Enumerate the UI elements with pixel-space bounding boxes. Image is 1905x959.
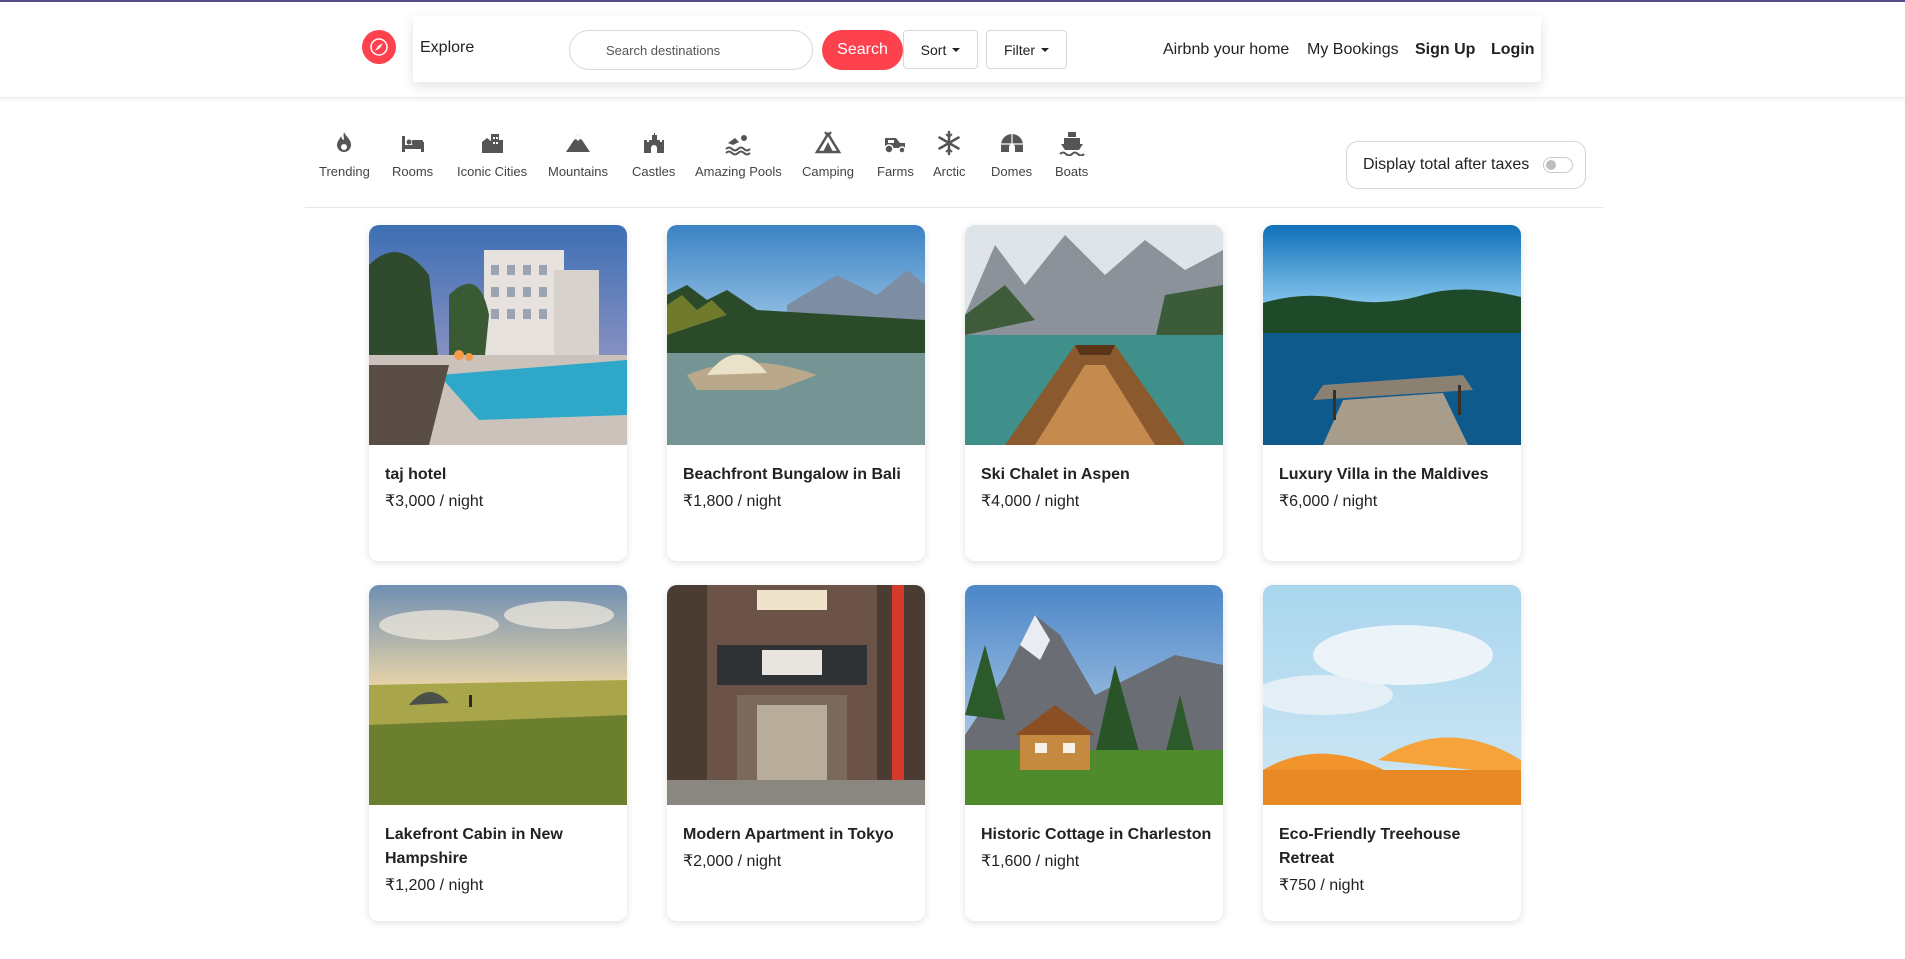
igloo-icon (1000, 134, 1023, 152)
grassland-tent-photo (369, 585, 627, 805)
airbnb-your-home-link[interactable]: Airbnb your home (1163, 41, 1289, 59)
tax-toggle-switch[interactable] (1543, 157, 1574, 173)
listing-title: Ski Chalet in Aspen (981, 466, 1130, 483)
city-icon (482, 134, 504, 153)
compass-icon[interactable] (362, 30, 396, 64)
hotel-pool-photo (369, 225, 627, 445)
filter-castles[interactable]: Castles (632, 130, 675, 179)
listing-card[interactable]: Ski Chalet in Aspen ₹4,000 / night (965, 225, 1223, 561)
filter-amazing-pools[interactable]: Amazing Pools (695, 130, 782, 179)
explore-link[interactable]: Explore (420, 39, 474, 57)
listing-card[interactable]: Luxury Villa in the Maldives ₹6,000 / ni… (1263, 225, 1521, 561)
snowflake-icon (938, 130, 960, 156)
filter-label: Arctic (933, 164, 966, 179)
filter-camping[interactable]: Camping (802, 130, 854, 179)
search-input[interactable] (569, 30, 813, 70)
listing-title: Historic Cottage in Charleston (981, 826, 1212, 843)
filter-rooms[interactable]: Rooms (392, 130, 433, 179)
filter-label: Mountains (548, 164, 608, 179)
filter-label: Iconic Cities (457, 164, 528, 179)
listing-title: Modern Apartment in Tokyo (683, 826, 894, 843)
caret-down-icon (952, 47, 961, 52)
mountain-icon (565, 134, 590, 152)
listing-price: ₹750 / night (1279, 877, 1364, 894)
lake-tent-photo (667, 225, 925, 445)
filter-label: Farms (877, 164, 914, 179)
listing-card[interactable]: Modern Apartment in Tokyo ₹2,000 / night (667, 585, 925, 921)
listing-price: ₹3,000 / night (385, 493, 484, 510)
tent-icon (815, 131, 842, 154)
filter-domes[interactable]: Domes (991, 130, 1032, 179)
filter-mountains[interactable]: Mountains (548, 130, 608, 179)
my-bookings-link[interactable]: My Bookings (1307, 41, 1399, 59)
filter-dropdown[interactable]: Filter (986, 30, 1067, 69)
listing-card[interactable]: Historic Cottage in Charleston ₹1,600 / … (965, 585, 1223, 921)
listing-title: Luxury Villa in the Maldives (1279, 466, 1489, 483)
caret-down-icon (1041, 47, 1050, 52)
login-link[interactable]: Login (1491, 41, 1535, 59)
tax-toggle-container: Display total after taxes (1346, 141, 1586, 189)
listing-price: ₹1,600 / night (981, 853, 1080, 870)
listing-price: ₹6,000 / night (1279, 493, 1378, 510)
filter-label: Filter (1003, 41, 1036, 58)
sort-label: Sort (920, 41, 947, 58)
lake-dock-photo (1263, 225, 1521, 445)
listing-title: taj hotel (385, 466, 447, 483)
filter-label: Trending (319, 164, 370, 179)
filter-arctic[interactable]: Arctic (933, 130, 966, 179)
filter-farms[interactable]: Farms (877, 130, 914, 179)
listing-card[interactable]: Beachfront Bungalow in Bali ₹1,800 / nig… (667, 225, 925, 561)
listing-title: Eco-Friendly Treehouse Retreat (1279, 826, 1461, 867)
filter-label: Boats (1055, 164, 1089, 179)
mountain-cabin-photo (965, 585, 1223, 805)
fire-icon (337, 132, 352, 152)
castle-icon (643, 133, 664, 153)
tractor-icon (884, 138, 907, 154)
listing-card[interactable]: Eco-Friendly Treehouse Retreat ₹750 / ni… (1263, 585, 1521, 921)
filter-boats[interactable]: Boats (1055, 130, 1088, 179)
filter-label: Camping (802, 164, 855, 179)
sign-up-link[interactable]: Sign Up (1415, 41, 1475, 59)
bed-icon (401, 136, 424, 152)
listing-price: ₹2,000 / night (683, 853, 782, 870)
filter-trending[interactable]: Trending (319, 130, 370, 179)
tokyo-shopfront-photo (667, 585, 925, 805)
filter-label: Rooms (392, 164, 434, 179)
filter-label: Domes (991, 164, 1033, 179)
filter-label: Amazing Pools (695, 164, 782, 179)
tax-toggle-label: Display total after taxes (1363, 156, 1530, 173)
listing-title: Lakefront Cabin in New Hampshire (385, 826, 563, 867)
sort-dropdown[interactable]: Sort (903, 30, 978, 69)
listing-price: ₹1,800 / night (683, 493, 782, 510)
listing-card[interactable]: taj hotel ₹3,000 / night (369, 225, 627, 561)
search-button[interactable]: Search (822, 30, 903, 70)
beach-umbrellas-photo (1263, 585, 1521, 805)
filter-label: Castles (632, 164, 676, 179)
listing-price: ₹1,200 / night (385, 877, 484, 894)
listing-price: ₹4,000 / night (981, 493, 1080, 510)
swimmer-icon (725, 135, 752, 156)
mountain-lake-boat-photo (965, 225, 1223, 445)
filter-iconic-cities[interactable]: Iconic Cities (457, 130, 527, 179)
ship-icon (1058, 132, 1085, 156)
listing-card[interactable]: Lakefront Cabin in New Hampshire ₹1,200 … (369, 585, 627, 921)
listing-title: Beachfront Bungalow in Bali (683, 466, 901, 483)
